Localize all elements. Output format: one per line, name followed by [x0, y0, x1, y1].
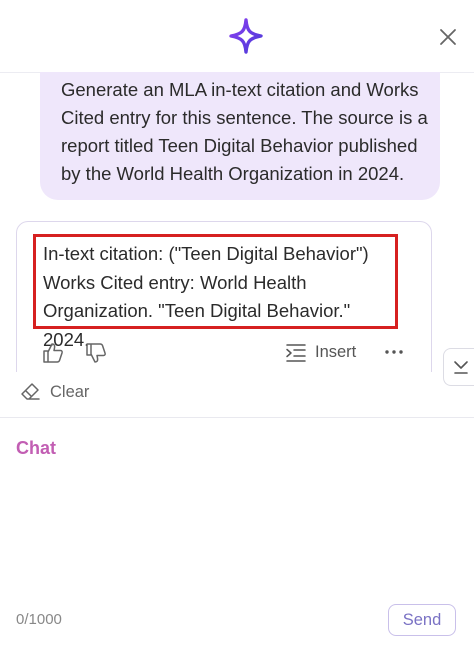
send-button[interactable]: Send: [388, 604, 456, 636]
answer-text: In-text citation: ("Teen Digital Behavio…: [43, 240, 393, 354]
insert-icon[interactable]: [285, 342, 307, 364]
scroll-down-button[interactable]: [443, 348, 474, 386]
user-message-bubble: Generate an MLA in-text citation and Wor…: [40, 72, 440, 200]
ai-response-card: In-text citation: ("Teen Digital Behavio…: [16, 221, 432, 372]
answer-line: In-text citation: ("Teen Digital Behavio…: [43, 243, 369, 264]
thumbs-up-icon[interactable]: [42, 342, 64, 364]
composer: 0/1000 Send: [0, 418, 474, 660]
conversation-area: Generate an MLA in-text citation and Wor…: [0, 72, 474, 372]
sparkle-logo-icon: [229, 18, 263, 54]
eraser-icon: [21, 383, 40, 400]
scroll-down-icon: [454, 361, 468, 374]
user-message-text: Generate an MLA in-text citation and Wor…: [61, 79, 428, 184]
clear-label: Clear: [50, 383, 90, 401]
chat-input[interactable]: [16, 438, 456, 588]
answer-line: Works Cited entry: World Health: [43, 271, 307, 293]
thumbs-down-icon[interactable]: [85, 342, 107, 364]
character-counter: 0/1000: [16, 611, 62, 628]
close-icon[interactable]: [436, 25, 460, 49]
insert-button[interactable]: Insert: [315, 343, 356, 362]
header: [0, 0, 474, 73]
more-icon[interactable]: [383, 346, 405, 358]
highlighted-answer: In-text citation: ("Teen Digital Behavio…: [33, 234, 398, 350]
